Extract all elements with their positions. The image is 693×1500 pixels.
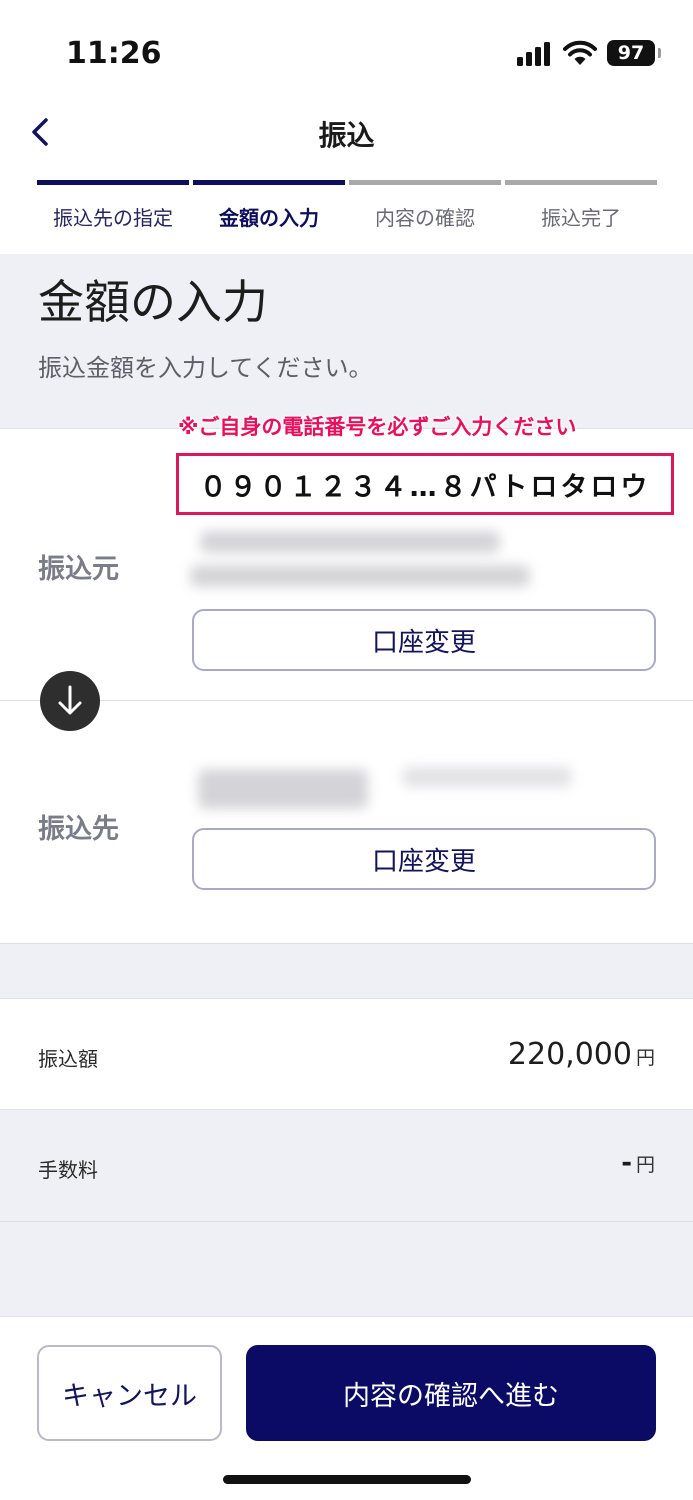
cellular-signal-icon	[517, 42, 550, 66]
step-amount: 金額の入力	[193, 180, 345, 240]
change-from-account-button[interactable]: 口座変更	[192, 609, 656, 671]
fee-row: 手数料 - 円	[0, 1110, 693, 1222]
from-account-info-blurred	[180, 521, 540, 601]
section-spacer	[0, 944, 693, 998]
amount-number: 220,000	[507, 1037, 632, 1072]
page-header: 金額の入力 振込金額を入力してください。	[0, 254, 693, 428]
fee-unit: 円	[635, 1154, 655, 1176]
status-bar: 11:26 97	[0, 0, 693, 100]
to-account-label: 振込先	[38, 814, 119, 845]
status-time: 11:26	[66, 36, 162, 71]
arrow-down-icon	[40, 671, 100, 731]
step-bar	[505, 180, 657, 185]
amount-label: 振込額	[38, 1047, 98, 1071]
fee-value: - 円	[621, 1148, 655, 1178]
battery-level: 97	[617, 42, 645, 64]
cancel-button[interactable]: キャンセル	[37, 1345, 222, 1441]
page-description: 振込金額を入力してください。	[38, 354, 373, 382]
nav-title: 振込	[318, 119, 375, 152]
step-label: 金額の入力	[219, 206, 319, 230]
to-account-info-blurred	[192, 761, 582, 821]
step-label: 内容の確認	[375, 206, 475, 230]
step-label: 振込完了	[541, 206, 621, 230]
step-bar	[193, 180, 345, 185]
amount-unit: 円	[635, 1047, 655, 1069]
battery-icon: 97	[607, 40, 661, 66]
step-confirm: 内容の確認	[349, 180, 501, 240]
amount-row[interactable]: 振込額 220,000 円	[0, 998, 693, 1110]
change-to-account-button[interactable]: 口座変更	[192, 828, 656, 890]
fee-label: 手数料	[38, 1158, 98, 1182]
notice-text: ※ご自身の電話番号を必ずご入力ください	[178, 415, 577, 439]
page-title: 金額の入力	[38, 275, 268, 329]
step-complete: 振込完了	[505, 180, 657, 240]
home-indicator[interactable]	[223, 1475, 471, 1484]
highlighted-account-name: ０９０１２３４…８パトロタロウ	[176, 453, 674, 515]
step-recipient: 振込先の指定	[37, 180, 189, 240]
from-account-label: 振込元	[38, 554, 119, 585]
step-bar	[37, 180, 189, 185]
proceed-to-confirm-button[interactable]: 内容の確認へ進む	[246, 1345, 656, 1441]
step-label: 振込先の指定	[53, 206, 173, 230]
bottom-spacer	[0, 1222, 693, 1316]
wifi-icon	[563, 40, 597, 65]
divider	[0, 700, 693, 701]
step-bar	[349, 180, 501, 185]
account-section: ０９０１２３４…８パトロタロウ ※ご自身の電話番号を必ずご入力ください 振込元 …	[0, 415, 693, 944]
footer-actions: キャンセル 内容の確認へ進む	[0, 1316, 693, 1500]
fee-number: -	[621, 1148, 632, 1178]
amount-value: 220,000 円	[508, 1037, 655, 1072]
progress-stepper: 振込先の指定 金額の入力 内容の確認 振込完了	[37, 180, 657, 240]
